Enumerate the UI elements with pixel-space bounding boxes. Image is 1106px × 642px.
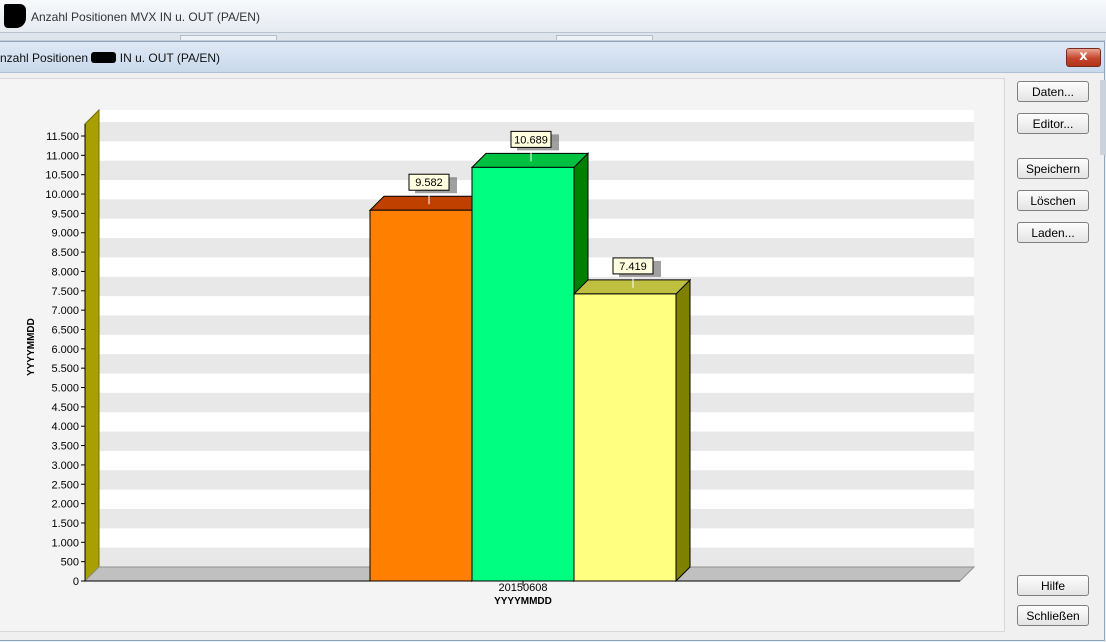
bar-top — [368, 195, 488, 211]
y-tick-label: 9.000 — [51, 228, 79, 240]
scrollbar-edge[interactable] — [1100, 80, 1106, 155]
y-tick-label: 2.000 — [51, 499, 79, 511]
y-tick-label: 4.000 — [51, 421, 79, 433]
data-label: 9.582 — [415, 177, 443, 189]
y-tick-label: 0 — [73, 576, 79, 588]
redaction-mark — [91, 52, 117, 63]
y-tick-label: 8.500 — [51, 247, 79, 259]
outer-tab[interactable] — [180, 35, 277, 40]
y-tick-label: 7.500 — [51, 286, 79, 298]
dialog-title-suffix: IN u. OUT (PA/EN) — [119, 51, 220, 65]
y-tick-label: 8.000 — [51, 266, 79, 278]
hilfe-button[interactable]: Hilfe — [1017, 575, 1089, 596]
y-tick-label: 6.000 — [51, 344, 79, 356]
y-tick-label: 11.500 — [46, 131, 79, 143]
x-axis-label: YYYYMMDD — [494, 596, 552, 607]
outer-tab[interactable] — [556, 35, 653, 40]
dialog-title: nzahl Positionen IN u. OUT (PA/EN) — [0, 51, 220, 65]
dialog-titlebar: nzahl Positionen IN u. OUT (PA/EN) x — [0, 42, 1104, 73]
editor-button[interactable]: Editor... — [1017, 113, 1089, 134]
speichern-button[interactable]: Speichern — [1017, 158, 1089, 179]
y-tick-label: 7.000 — [51, 305, 79, 317]
y-tick-label: 9.500 — [51, 208, 79, 220]
daten-button[interactable]: Daten... — [1017, 81, 1089, 102]
y-tick-label: 1.500 — [51, 518, 79, 530]
outer-window-titlebar: Anzahl Positionen MVX IN u. OUT (PA/EN) — [0, 0, 1106, 33]
y-tick-label: 10.000 — [45, 189, 79, 201]
app-icon — [4, 4, 26, 28]
y-tick-label: 6.500 — [51, 324, 79, 336]
bar — [471, 166, 575, 582]
bar-side — [675, 278, 691, 583]
dialog-title-prefix: nzahl Positionen — [0, 51, 89, 65]
y-tick-label: 4.500 — [51, 402, 79, 414]
y-axis-label: YYYYMMDD — [26, 318, 37, 376]
chart-left-wall — [84, 108, 100, 583]
bar — [369, 209, 473, 582]
laden-button[interactable]: Laden... — [1017, 222, 1089, 243]
bar — [573, 293, 677, 582]
data-label: 10.689 — [514, 134, 548, 146]
bar-top — [470, 152, 590, 168]
chart-panel: 0 500 1.000 1.500 2.000 2.500 3.000 3.500 4.000 4… — [0, 78, 1005, 632]
y-tick-label: 3.000 — [51, 460, 79, 472]
bar-top — [572, 279, 692, 295]
y-tick-label: 5.000 — [51, 383, 79, 395]
data-label: 7.419 — [619, 261, 647, 273]
x-tick-label: 20150608 — [499, 582, 548, 594]
close-icon: x — [1079, 49, 1088, 64]
y-tick-label: 1.000 — [51, 537, 79, 549]
y-tick-label: 5.500 — [51, 363, 79, 375]
y-tick-label: 11.000 — [46, 150, 79, 162]
close-button[interactable]: x — [1066, 48, 1101, 67]
y-tick-label: 3.500 — [51, 441, 79, 453]
chart-dialog: nzahl Positionen IN u. OUT (PA/EN) x 0 50… — [0, 41, 1105, 641]
schliessen-button[interactable]: Schließen — [1017, 605, 1089, 626]
loeschen-button[interactable]: Löschen — [1017, 190, 1089, 211]
outer-window-title: Anzahl Positionen MVX IN u. OUT (PA/EN) — [31, 10, 260, 24]
bar-chart: 0 500 1.000 1.500 2.000 2.500 3.000 3.500 4.000 4… — [26, 108, 976, 607]
y-tick-label: 2.500 — [51, 479, 79, 491]
outer-window-toolbar-strip — [0, 33, 1106, 41]
y-tick-label: 500 — [61, 557, 79, 569]
y-tick-label: 10.500 — [45, 170, 79, 182]
